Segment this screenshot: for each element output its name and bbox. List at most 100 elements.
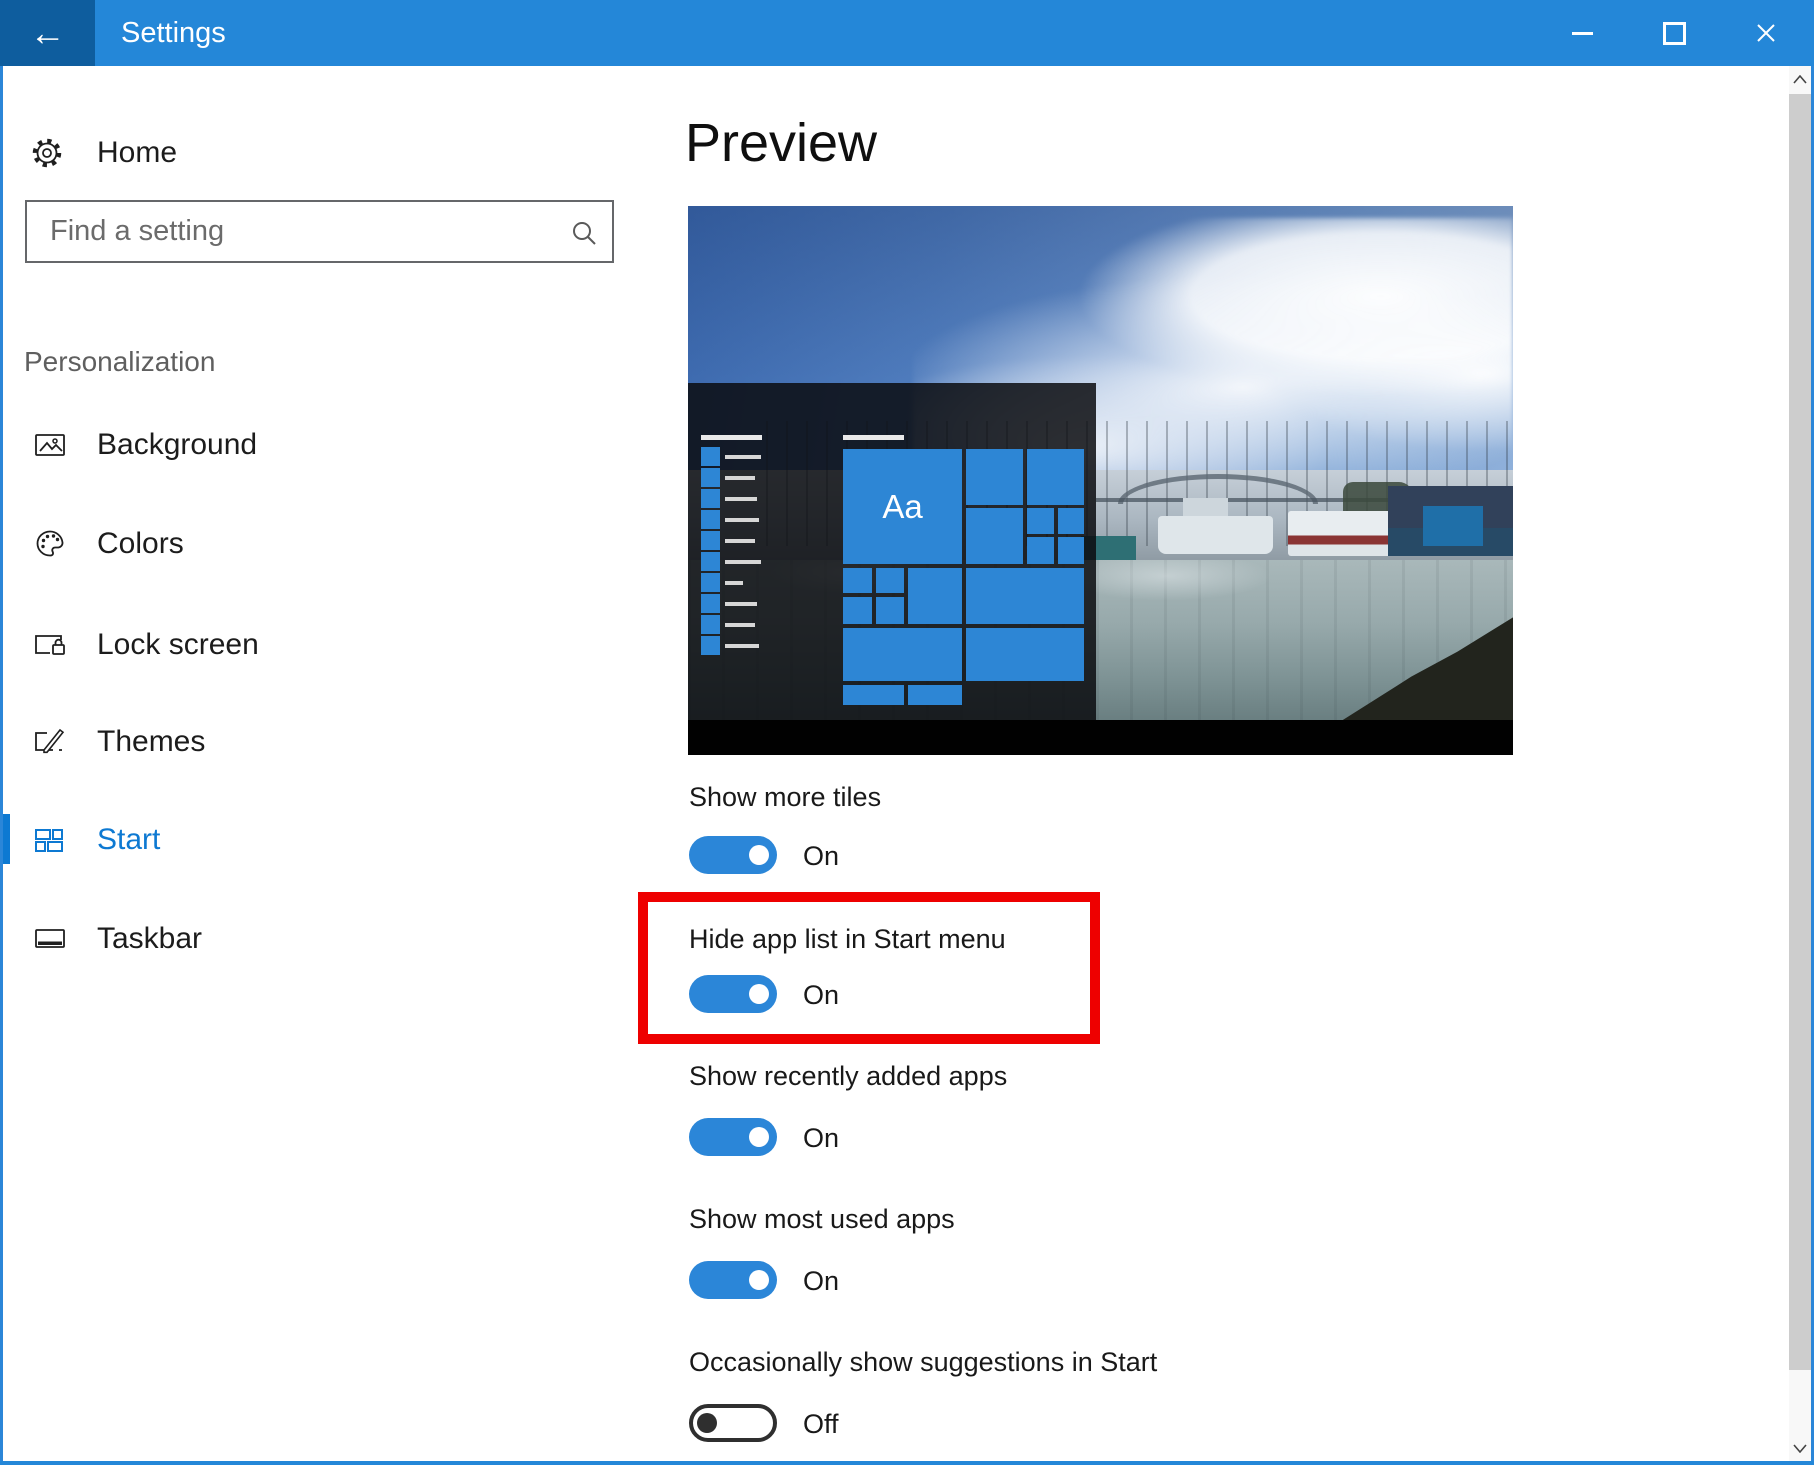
sidebar-item-themes[interactable]: Themes: [0, 711, 614, 773]
toggle-state-suggestions: Off: [803, 1409, 839, 1440]
preview-applist-square: [701, 552, 720, 571]
preview-tile: [1027, 449, 1084, 505]
preview-tile: [966, 508, 1023, 564]
preview-tile: [1058, 508, 1084, 534]
scroll-down-button[interactable]: [1789, 1435, 1811, 1461]
palette-icon: [33, 527, 67, 561]
toggle-state-hide-app-list: On: [803, 980, 839, 1011]
toggle-show-more-tiles[interactable]: [689, 836, 777, 874]
minimize-button[interactable]: [1536, 0, 1628, 66]
taskbar-icon: [33, 922, 67, 956]
sidebar-item-taskbar[interactable]: Taskbar: [0, 908, 614, 970]
preview-boat-white: [1158, 516, 1273, 554]
preview-applist-line: [725, 623, 755, 627]
toggle-knob: [749, 845, 769, 865]
scrollbar-thumb[interactable]: [1789, 94, 1811, 1370]
image-icon: [33, 428, 67, 462]
preview-letterbox-bar: [688, 720, 1513, 755]
preview-applist-square: [701, 594, 720, 613]
search-box: [25, 200, 614, 263]
preview-applist-square: [701, 489, 720, 508]
toggle-most-used[interactable]: [689, 1261, 777, 1299]
preview-tile: [876, 568, 904, 593]
preview-applist-square: [701, 447, 720, 466]
sidebar-item-label: Taskbar: [97, 922, 202, 956]
preview-tile: [1027, 508, 1054, 534]
preview-applist-line: [725, 539, 755, 543]
preview-boat-cabin: [1183, 498, 1228, 518]
toggle-state-show-more-tiles: On: [803, 841, 839, 872]
scroll-up-button[interactable]: [1789, 66, 1811, 92]
preview-tile: [843, 685, 904, 705]
preview-tile: [908, 685, 962, 705]
preview-boat-red-stripe: [1288, 511, 1393, 556]
settings-window: ← Settings Home: [0, 0, 1814, 1465]
preview-tile: [843, 568, 872, 593]
preview-tile: [1027, 537, 1054, 564]
preview-applist-line: [725, 581, 743, 585]
preview-applist-square: [701, 573, 720, 592]
window-border-bottom: [0, 1461, 1814, 1465]
setting-label-hide-app-list: Hide app list in Start menu: [689, 924, 1006, 955]
sidebar-item-colors[interactable]: Colors: [0, 513, 614, 575]
sidebar-section-label: Personalization: [24, 346, 215, 378]
preview-blue-building: [1423, 506, 1483, 546]
window-border-left: [0, 66, 3, 1465]
sidebar-item-lock-screen[interactable]: Lock screen: [0, 614, 614, 676]
preview-tile: [908, 568, 962, 624]
sidebar-item-background[interactable]: Background: [0, 414, 614, 476]
sidebar-item-label: Start: [97, 823, 160, 857]
preview-applist-square: [701, 615, 720, 634]
toggle-recently-added[interactable]: [689, 1118, 777, 1156]
preview-applist-square: [701, 510, 720, 529]
sidebar-item-start[interactable]: Start: [0, 809, 614, 871]
setting-label-recently-added: Show recently added apps: [689, 1061, 1007, 1092]
sidebar-item-label: Colors: [97, 527, 184, 561]
preview-applist-square: [701, 468, 720, 487]
highlight-rectangle: [638, 892, 1100, 1044]
preview-tile: [966, 449, 1023, 505]
preview-applist-line: [725, 602, 757, 606]
chevron-down-icon: [1793, 1444, 1807, 1453]
toggle-state-most-used: On: [803, 1266, 839, 1297]
search-icon: [570, 219, 598, 247]
preview-tile: [876, 597, 904, 624]
preview-applist-line: [725, 560, 761, 564]
minimize-icon: [1572, 32, 1593, 35]
toggle-suggestions[interactable]: [689, 1404, 777, 1442]
titlebar: ← Settings: [0, 0, 1814, 66]
preview-tile: [966, 568, 1084, 624]
preview-applist-square: [701, 531, 720, 550]
window-title: Settings: [121, 0, 226, 66]
preview-applist-line: [725, 644, 759, 648]
preview-applist-square: [701, 636, 720, 655]
sidebar-item-label: Background: [97, 428, 257, 462]
search-input[interactable]: [27, 202, 612, 261]
back-button[interactable]: ←: [0, 0, 95, 66]
lock-screen-icon: [33, 628, 67, 662]
preview-tile: [843, 628, 962, 681]
gear-icon: [30, 136, 64, 170]
toggle-state-recently-added: On: [803, 1123, 839, 1154]
start-menu-preview-image: Aa: [688, 206, 1513, 755]
preview-tile: [966, 628, 1084, 681]
toggle-hide-app-list[interactable]: [689, 975, 777, 1013]
sidebar-item-label: Themes: [97, 725, 205, 759]
sidebar-item-home[interactable]: Home: [0, 126, 614, 180]
preview-applist-line: [725, 455, 761, 459]
preview-tile: [843, 597, 872, 624]
toggle-knob: [749, 1127, 769, 1147]
setting-label-most-used: Show most used apps: [689, 1204, 955, 1235]
themes-icon: [33, 725, 67, 759]
toggle-knob: [749, 1270, 769, 1290]
close-icon: [1755, 22, 1777, 44]
start-tiles-icon: [33, 823, 67, 857]
chevron-up-icon: [1793, 75, 1807, 84]
home-label: Home: [97, 136, 177, 170]
close-button[interactable]: [1720, 0, 1812, 66]
sidebar-item-label: Lock screen: [97, 628, 259, 662]
preview-tile-aa: Aa: [843, 449, 962, 564]
back-arrow-icon: ←: [30, 12, 66, 54]
maximize-button[interactable]: [1628, 0, 1720, 66]
maximize-icon: [1663, 22, 1686, 45]
